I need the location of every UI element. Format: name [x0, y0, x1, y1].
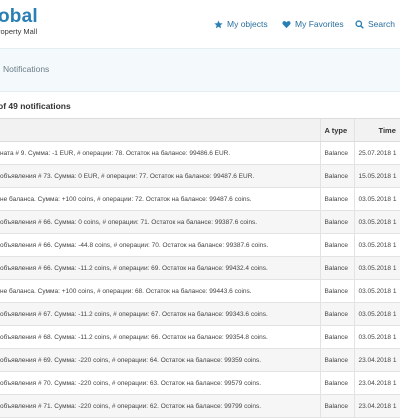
nav-my-favorites-label: My Favorites: [295, 19, 344, 29]
notification-time: 03.05.2018 1: [353, 187, 400, 211]
search-icon: [355, 19, 364, 29]
notification-time: 25.07.2018 1: [353, 141, 400, 165]
notification-type: Balance: [319, 394, 354, 418]
notification-time: 23.04.2018 1: [353, 371, 400, 395]
nav-my-objects[interactable]: My objects: [214, 16, 268, 32]
notification-text: объявления # 73. Сумма: 0 EUR, # операци…: [0, 164, 320, 188]
notifications-count: of 49 notifications: [0, 101, 71, 111]
notification-text: объявления # 70. Сумма: -220 coins, # оп…: [0, 371, 320, 395]
heart-icon: [282, 20, 291, 28]
table-row[interactable]: объявления # 66. Сумма: -11.2 coins, # о…: [0, 256, 400, 280]
notification-type: Balance: [319, 141, 354, 165]
table-row[interactable]: не баланса. Сумма: +100 coins, # операци…: [0, 279, 400, 303]
breadcrumb: Notifications: [3, 64, 50, 74]
nav-search[interactable]: Search: [355, 16, 395, 32]
notification-time: 03.05.2018 1: [353, 325, 400, 349]
breadcrumb-bar: Notifications: [0, 48, 400, 92]
table-row[interactable]: объявления # 73. Сумма: 0 EUR, # операци…: [0, 164, 400, 188]
brand-tagline: roperty Mall: [0, 27, 38, 36]
notification-text: не баланса. Сумма: +100 coins, # операци…: [0, 279, 320, 303]
notification-time: 03.05.2018 1: [353, 279, 400, 303]
table-row[interactable]: объявления # 67. Сумма: -11.2 coins, # о…: [0, 302, 400, 326]
notification-text: объявления # 68. Сумма: -11.2 coins, # о…: [0, 325, 320, 349]
site-header: obal roperty Mall My objects My Favorite…: [0, 0, 400, 48]
notifications-table: A type Time ната # 9. Сумма: -1 EUR, # о…: [0, 118, 400, 418]
table-row[interactable]: объявления # 66. Сумма: 0 coins, # опера…: [0, 210, 400, 234]
notification-text: объявления # 66. Сумма: 0 coins, # опера…: [0, 210, 320, 234]
notification-type: Balance: [319, 371, 354, 395]
notification-text: объявления # 66. Сумма: -44.8 coins, # о…: [0, 233, 320, 257]
notification-type: Balance: [319, 348, 354, 372]
notification-text: ната # 9. Сумма: -1 EUR, # операции: 78.…: [0, 141, 320, 165]
notification-time: 03.05.2018 1: [353, 233, 400, 257]
notification-time: 03.05.2018 1: [353, 256, 400, 280]
table-row[interactable]: объявления # 70. Сумма: -220 coins, # оп…: [0, 371, 400, 395]
notification-time: 03.05.2018 1: [353, 210, 400, 234]
notification-time: 03.05.2018 1: [353, 302, 400, 326]
column-header-type[interactable]: A type: [319, 118, 354, 142]
brand-logo[interactable]: obal: [0, 6, 38, 28]
notification-type: Balance: [319, 233, 354, 257]
star-icon: [214, 19, 223, 28]
table-row[interactable]: объявления # 66. Сумма: -44.8 coins, # о…: [0, 233, 400, 257]
notification-text: объявления # 67. Сумма: -11.2 coins, # о…: [0, 302, 320, 326]
notification-text: объявления # 69. Сумма: -220 coins, # оп…: [0, 348, 320, 372]
notification-time: 23.04.2018 1: [353, 394, 400, 418]
notification-text: объявления # 71. Сумма: -220 coins, # оп…: [0, 394, 320, 418]
notification-type: Balance: [319, 256, 354, 280]
nav-search-label: Search: [368, 19, 395, 29]
notification-type: Balance: [319, 164, 354, 188]
notification-type: Balance: [319, 187, 354, 211]
nav-my-objects-label: My objects: [227, 19, 268, 29]
column-header-time[interactable]: Time: [353, 118, 400, 142]
column-header-text[interactable]: [0, 118, 320, 142]
table-row[interactable]: объявления # 68. Сумма: -11.2 coins, # о…: [0, 325, 400, 349]
table-row[interactable]: ната # 9. Сумма: -1 EUR, # операции: 78.…: [0, 141, 400, 165]
notification-time: 23.04.2018 1: [353, 348, 400, 372]
notification-text: объявления # 66. Сумма: -11.2 coins, # о…: [0, 256, 320, 280]
notification-type: Balance: [319, 210, 354, 234]
notification-type: Balance: [319, 279, 354, 303]
notification-type: Balance: [319, 302, 354, 326]
nav-my-favorites[interactable]: My Favorites: [282, 16, 344, 32]
notification-text: не баланса. Сумма: +100 coins, # операци…: [0, 187, 320, 211]
table-row[interactable]: объявления # 69. Сумма: -220 coins, # оп…: [0, 348, 400, 372]
table-row[interactable]: объявления # 71. Сумма: -220 coins, # оп…: [0, 394, 400, 418]
notification-time: 15.05.2018 1: [353, 164, 400, 188]
table-row[interactable]: не баланса. Сумма: +100 coins, # операци…: [0, 187, 400, 211]
table-header-row: A type Time: [0, 118, 400, 142]
notification-type: Balance: [319, 325, 354, 349]
